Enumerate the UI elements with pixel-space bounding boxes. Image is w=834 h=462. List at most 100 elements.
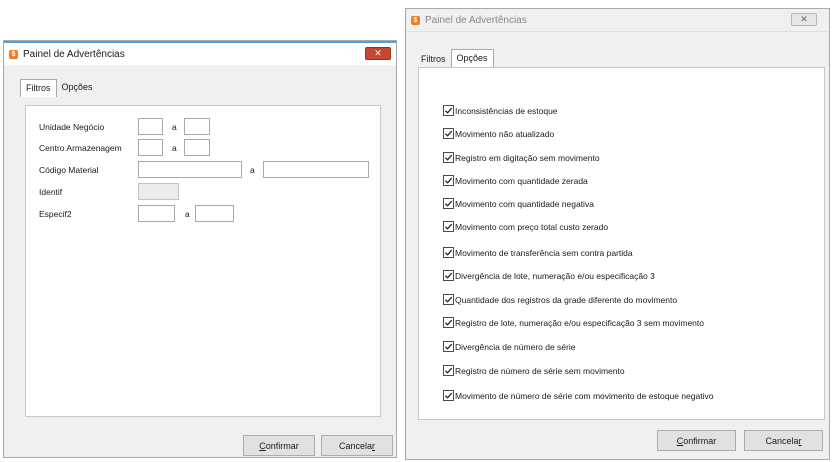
option-label: Movimento de número de série com movimen… — [455, 390, 714, 401]
option-label: Quantidade dos registros da grade difere… — [455, 294, 678, 305]
close-icon: ✕ — [800, 14, 808, 24]
centro-armazenagem-to-input[interactable] — [184, 139, 210, 156]
confirmar-button[interactable]: Confirmar — [243, 435, 315, 456]
checkbox[interactable] — [443, 128, 454, 139]
confirmar-label: onfirmar — [683, 435, 717, 446]
option-label: Movimento de transferência sem contra pa… — [455, 247, 633, 258]
range-separator: a — [250, 165, 255, 175]
especif2-to-input[interactable] — [195, 205, 234, 222]
option-label: Movimento com quantidade negativa — [455, 198, 594, 209]
left-dialog-window: $ Painel de Advertências ✕ Filtros Opçõe… — [3, 40, 397, 458]
cancelar-mnemonic: r — [798, 435, 802, 446]
checkmark-icon — [444, 367, 453, 374]
cancelar-button[interactable]: Cancela r — [321, 435, 393, 456]
option-checkbox-row[interactable]: Inconsistências de estoque — [443, 105, 558, 116]
checkbox[interactable] — [443, 198, 454, 209]
option-checkbox-row[interactable]: Movimento de transferência sem contra pa… — [443, 247, 633, 258]
checkbox[interactable] — [443, 341, 454, 352]
option-label: Registro em digitação sem movimento — [455, 152, 600, 163]
option-checkbox-row[interactable]: Quantidade dos registros da grade difere… — [443, 294, 677, 305]
option-label: Divergência de número de série — [455, 341, 576, 352]
checkmark-icon — [444, 130, 453, 137]
checkmark-icon — [444, 177, 453, 184]
checkbox[interactable] — [443, 221, 454, 232]
option-checkbox-row[interactable]: Registro de número de série sem moviment… — [443, 365, 625, 376]
right-dialog-window: $ Painel de Advertências ✕ Filtros Opçõe… — [405, 8, 830, 460]
left-title-bar: $ Painel de Advertências ✕ — [4, 41, 396, 65]
app-icon: $ — [9, 49, 18, 59]
checkmark-icon — [444, 392, 453, 399]
codigo-material-from-input[interactable] — [138, 161, 242, 178]
checkmark-icon — [444, 223, 453, 230]
checkbox[interactable] — [443, 317, 454, 328]
cancelar-button[interactable]: Cancela r — [744, 430, 823, 451]
checkmark-icon — [444, 343, 453, 350]
checkbox[interactable] — [443, 270, 454, 281]
centro-armazenagem-from-input[interactable] — [138, 139, 163, 156]
unidade-negocio-label: Unidade Negócio — [39, 122, 105, 132]
tab-strip: Filtros Opções — [20, 79, 98, 97]
option-checkbox-row[interactable]: Divergência de número de série — [443, 341, 575, 352]
option-label: Movimento com preço total custo zerado — [455, 221, 609, 232]
cancelar-label: Cancela — [765, 435, 799, 446]
range-separator: a — [172, 122, 177, 132]
codigo-material-label: Código Material — [39, 165, 99, 175]
checkmark-icon — [444, 200, 453, 207]
option-checkbox-row[interactable]: Movimento com quantidade zerada — [443, 175, 588, 186]
option-checkbox-row[interactable]: Movimento com preço total custo zerado — [443, 221, 608, 232]
checkbox[interactable] — [443, 152, 454, 163]
cancelar-label: Cancela — [338, 440, 373, 451]
option-checkbox-row[interactable]: Divergência de lote, numeração e/ou espe… — [443, 270, 655, 281]
option-checkbox-row[interactable]: Movimento de número de série com movimen… — [443, 390, 713, 401]
option-label: Movimento não atualizado — [455, 128, 555, 139]
app-icon: $ — [411, 15, 420, 25]
especif2-label: Especif2 — [39, 209, 72, 219]
unidade-negocio-to-input[interactable] — [184, 118, 210, 135]
option-label: Registro de número de série sem moviment… — [455, 365, 625, 376]
checkbox[interactable] — [443, 365, 454, 376]
identif-input — [138, 183, 179, 200]
option-checkbox-row[interactable]: Registro em digitação sem movimento — [443, 152, 600, 163]
close-icon: ✕ — [374, 48, 382, 58]
confirmar-label: onfirmar — [265, 440, 299, 451]
identif-label: Identif — [39, 187, 63, 197]
right-title-bar: $ Painel de Advertências ✕ — [406, 9, 829, 32]
close-button[interactable]: ✕ — [365, 47, 391, 60]
option-label: Movimento com quantidade zerada — [455, 175, 588, 186]
tab-opcoes[interactable]: Opções — [57, 79, 98, 95]
confirmar-button[interactable]: Confirmar — [657, 430, 736, 451]
option-checkbox-row[interactable]: Movimento não atualizado — [443, 128, 554, 139]
tab-strip: Filtros Opções — [416, 49, 494, 67]
tab-filtros[interactable]: Filtros — [416, 51, 451, 67]
option-label: Inconsistências de estoque — [455, 105, 558, 116]
checkbox[interactable] — [443, 105, 454, 116]
tab-opcoes[interactable]: Opções — [450, 49, 494, 67]
checkbox[interactable] — [443, 390, 454, 401]
checkmark-icon — [444, 319, 453, 326]
checkmark-icon — [444, 296, 453, 303]
codigo-material-to-input[interactable] — [263, 161, 369, 178]
checkmark-icon — [444, 107, 453, 114]
checkbox[interactable] — [443, 294, 454, 305]
checkbox[interactable] — [443, 247, 454, 258]
close-button[interactable]: ✕ — [791, 13, 817, 26]
option-label: Registro de lote, numeração e/ou especif… — [455, 317, 704, 328]
centro-armazenagem-label: Centro Armazenagem — [39, 143, 122, 153]
checkmark-icon — [444, 272, 453, 279]
window-title: Painel de Advertências — [425, 14, 527, 26]
tab-filtros[interactable]: Filtros — [20, 79, 57, 97]
opcoes-panel: Inconsistências de estoque Movimento não … — [418, 67, 825, 420]
option-checkbox-row[interactable]: Registro de lote, numeração e/ou especif… — [443, 317, 704, 328]
filtros-panel: Unidade Negócio a Centro Armazenagem a C… — [25, 105, 381, 417]
checkmark-icon — [444, 249, 453, 256]
window-title: Painel de Advertências — [23, 48, 125, 60]
range-separator: a — [185, 209, 190, 219]
option-label: Divergência de lote, numeração e/ou espe… — [455, 270, 655, 281]
checkbox[interactable] — [443, 175, 454, 186]
checkmark-icon — [444, 154, 453, 161]
cancelar-mnemonic: r — [372, 440, 376, 451]
especif2-from-input[interactable] — [138, 205, 175, 222]
range-separator: a — [172, 143, 177, 153]
option-checkbox-row[interactable]: Movimento com quantidade negativa — [443, 198, 594, 209]
unidade-negocio-from-input[interactable] — [138, 118, 163, 135]
